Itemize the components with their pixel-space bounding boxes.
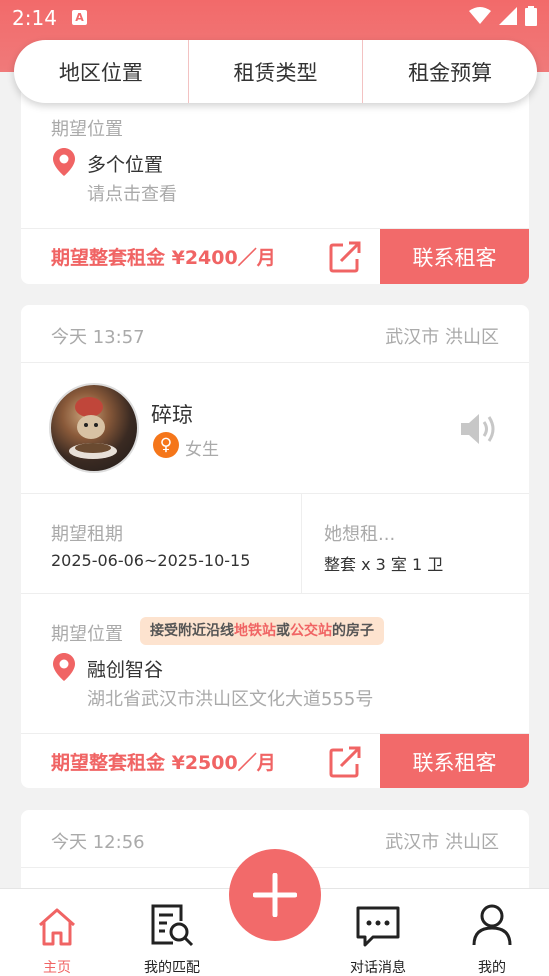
status-time: 2:14 <box>12 6 57 30</box>
post-area: 武汉市 洪山区 <box>385 832 499 853</box>
location-label: 期望位置 <box>51 119 123 140</box>
tab-home[interactable]: 主页 <box>12 897 102 976</box>
listing-card[interactable]: 期望位置 多个位置 请点击查看 期望整套租金 ¥2400／月 联系租客 <box>21 80 529 284</box>
period-label: 期望租期 <box>51 524 123 545</box>
filter-region[interactable]: 地区位置 <box>14 40 188 103</box>
contact-tenant-button[interactable]: 联系租客 <box>380 229 529 284</box>
location-name: 融创智谷 <box>87 659 164 681</box>
type-value: 整套 x 3 室 1 卫 <box>324 555 444 574</box>
location-address: 湖北省武汉市洪山区文化大道555号 <box>87 689 374 710</box>
tab-mine-label: 我的 <box>478 960 506 976</box>
system-icons <box>469 6 537 26</box>
plus-icon <box>253 873 297 917</box>
share-icon[interactable] <box>327 744 363 780</box>
filter-rental-type[interactable]: 租赁类型 <box>187 40 363 103</box>
tab-home-label: 主页 <box>43 960 71 976</box>
post-area: 武汉市 洪山区 <box>385 327 499 348</box>
avatar-image <box>69 397 117 459</box>
filter-bar: 地区位置 租赁类型 租金预算 <box>14 40 537 103</box>
period-value: 2025-06-06~2025-10-15 <box>51 551 251 570</box>
location-pin-icon <box>53 148 75 176</box>
tab-messages-label: 对话消息 <box>350 960 406 976</box>
location-pin-icon <box>53 653 75 681</box>
type-label: 她想租... <box>324 524 396 545</box>
post-date: 今天 13:57 <box>51 327 145 348</box>
battery-icon <box>525 6 537 26</box>
user-icon <box>472 904 512 946</box>
notification-icon: A <box>72 10 87 25</box>
share-icon[interactable] <box>327 239 363 275</box>
signal-icon <box>499 7 517 25</box>
rent-text: 期望整套租金 ¥2400／月 <box>51 247 276 269</box>
tab-mine[interactable]: 我的 <box>447 897 537 976</box>
transit-badge: 接受附近沿线地铁站或公交站的房子 <box>140 617 384 645</box>
location-hint[interactable]: 请点击查看 <box>87 180 177 206</box>
user-name: 碎琼 <box>151 403 193 427</box>
search-document-icon <box>151 904 194 947</box>
contact-tenant-button[interactable]: 联系租客 <box>380 734 529 788</box>
location-label: 期望位置 <box>51 624 123 645</box>
chat-icon <box>356 906 400 947</box>
add-post-button[interactable] <box>229 849 321 941</box>
wifi-icon <box>469 7 491 24</box>
rent-row: 期望整套租金 ¥2400／月 联系租客 <box>21 228 529 284</box>
rent-text: 期望整套租金 ¥2500／月 <box>51 752 276 774</box>
filter-budget[interactable]: 租金预算 <box>362 40 537 103</box>
speaker-icon[interactable] <box>459 411 499 447</box>
rent-row: 期望整套租金 ¥2500／月 联系租客 <box>21 733 529 788</box>
tab-match[interactable]: 我的匹配 <box>127 897 217 976</box>
post-date: 今天 12:56 <box>51 832 145 853</box>
location-name: 多个位置 <box>87 154 164 176</box>
tab-messages[interactable]: 对话消息 <box>333 897 423 976</box>
home-icon <box>39 908 75 946</box>
tab-match-label: 我的匹配 <box>144 960 200 976</box>
avatar[interactable] <box>49 383 139 473</box>
gender-label: 女生 <box>185 440 219 460</box>
divider <box>301 493 302 593</box>
listing-card[interactable]: 今天 13:57 武汉市 洪山区 碎琼 ♀ 女生 期望租期 2025-06-06… <box>21 305 529 788</box>
gender-badge-icon: ♀ <box>153 432 179 458</box>
